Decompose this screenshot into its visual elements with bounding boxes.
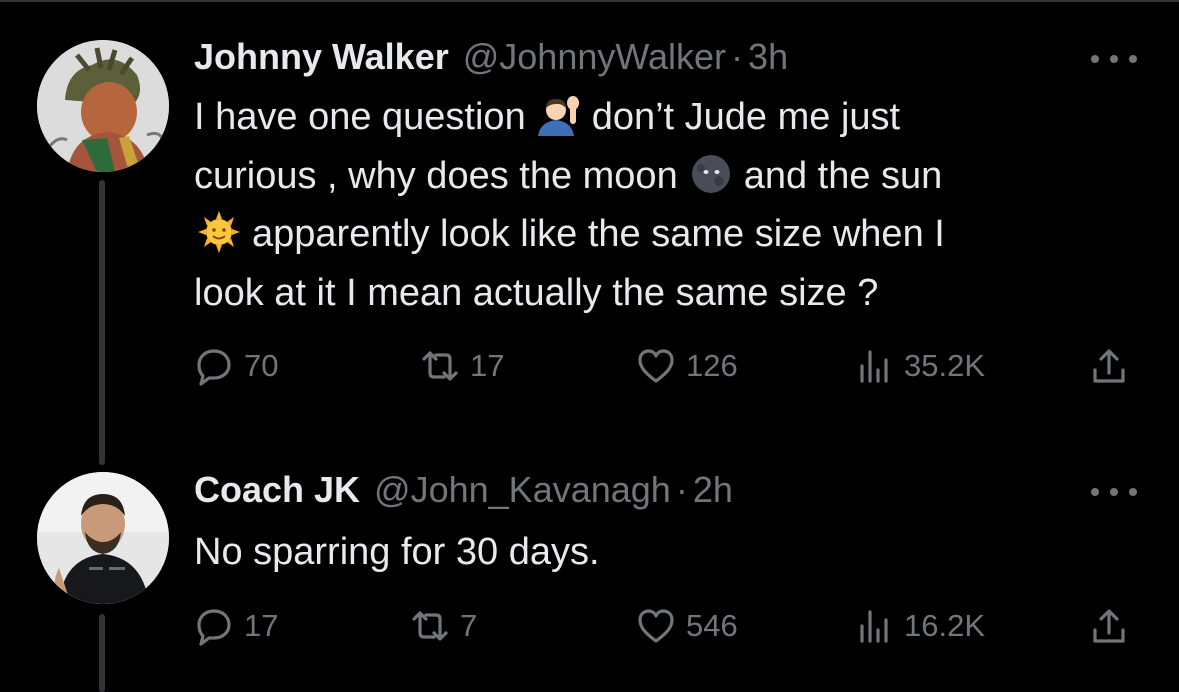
like-icon xyxy=(636,346,676,386)
share-button[interactable] xyxy=(1089,606,1139,646)
timestamp[interactable]: 3h xyxy=(748,36,788,78)
more-icon[interactable] xyxy=(1091,482,1137,502)
user-handle[interactable]: @John_Kavanagh xyxy=(374,469,671,511)
views-button[interactable]: 35.2K xyxy=(854,346,985,386)
share-button[interactable] xyxy=(1089,346,1139,386)
display-name[interactable]: Coach JK xyxy=(194,469,360,511)
views-count: 35.2K xyxy=(904,348,986,383)
tweet-actions: 17 7 546 16.2K xyxy=(194,606,1144,656)
tweet-header: Johnny Walker @JohnnyWalker · 3h xyxy=(194,36,788,78)
tweet-text-line: curious , why does the moon and the sun xyxy=(194,153,943,197)
separator-dot: · xyxy=(675,469,688,510)
separator-dot: · xyxy=(731,36,744,77)
views-button[interactable]: 16.2K xyxy=(854,606,985,646)
repost-count: 17 xyxy=(470,348,505,383)
user-handle[interactable]: @JohnnyWalker xyxy=(463,36,726,78)
like-button[interactable]: 126 xyxy=(636,346,738,386)
views-count: 16.2K xyxy=(904,608,986,643)
more-icon[interactable] xyxy=(1091,49,1137,69)
tweet-text-line: apparently look like the same size when … xyxy=(194,205,945,264)
like-button[interactable]: 546 xyxy=(636,606,738,646)
views-icon xyxy=(854,606,894,646)
like-count: 546 xyxy=(686,608,738,643)
sun-with-face-emoji xyxy=(194,211,244,253)
thread-line xyxy=(99,180,105,465)
like-icon xyxy=(636,606,676,646)
timestamp[interactable]: 2h xyxy=(693,469,733,511)
tweet-header: Coach JK @John_Kavanagh · 2h xyxy=(194,469,733,511)
tweet-text-line: No sparring for 30 days. xyxy=(194,531,600,573)
avatar[interactable] xyxy=(37,40,169,172)
new-moon-face-emoji xyxy=(686,153,736,195)
avatar[interactable] xyxy=(37,472,169,604)
tweet-text: I have one question don’t Jude me just c… xyxy=(194,88,945,322)
share-icon xyxy=(1089,606,1129,646)
repost-button[interactable]: 7 xyxy=(410,606,477,646)
display-name[interactable]: Johnny Walker xyxy=(194,36,449,78)
tweet-actions: 70 17 126 35.2K xyxy=(194,346,1144,396)
thread-line xyxy=(99,614,105,692)
tweet-text-line: look at it I mean actually the same size… xyxy=(194,271,879,314)
reply-icon xyxy=(194,346,234,386)
share-icon xyxy=(1089,346,1129,386)
reply-button[interactable]: 70 xyxy=(194,346,278,386)
repost-count: 7 xyxy=(460,608,478,643)
views-icon xyxy=(854,346,894,386)
reply-icon xyxy=(194,606,234,646)
like-count: 126 xyxy=(686,348,738,383)
person-raising-hand-emoji xyxy=(534,94,584,136)
repost-button[interactable]: 17 xyxy=(420,346,504,386)
repost-icon xyxy=(410,606,450,646)
tweet-text: No sparring for 30 days. xyxy=(194,523,600,582)
reply-count: 17 xyxy=(244,608,279,643)
reply-count: 70 xyxy=(244,348,279,383)
repost-icon xyxy=(420,346,460,386)
top-divider xyxy=(0,0,1179,2)
reply-button[interactable]: 17 xyxy=(194,606,278,646)
tweet-text-line: I have one question don’t Jude me just xyxy=(194,94,901,138)
